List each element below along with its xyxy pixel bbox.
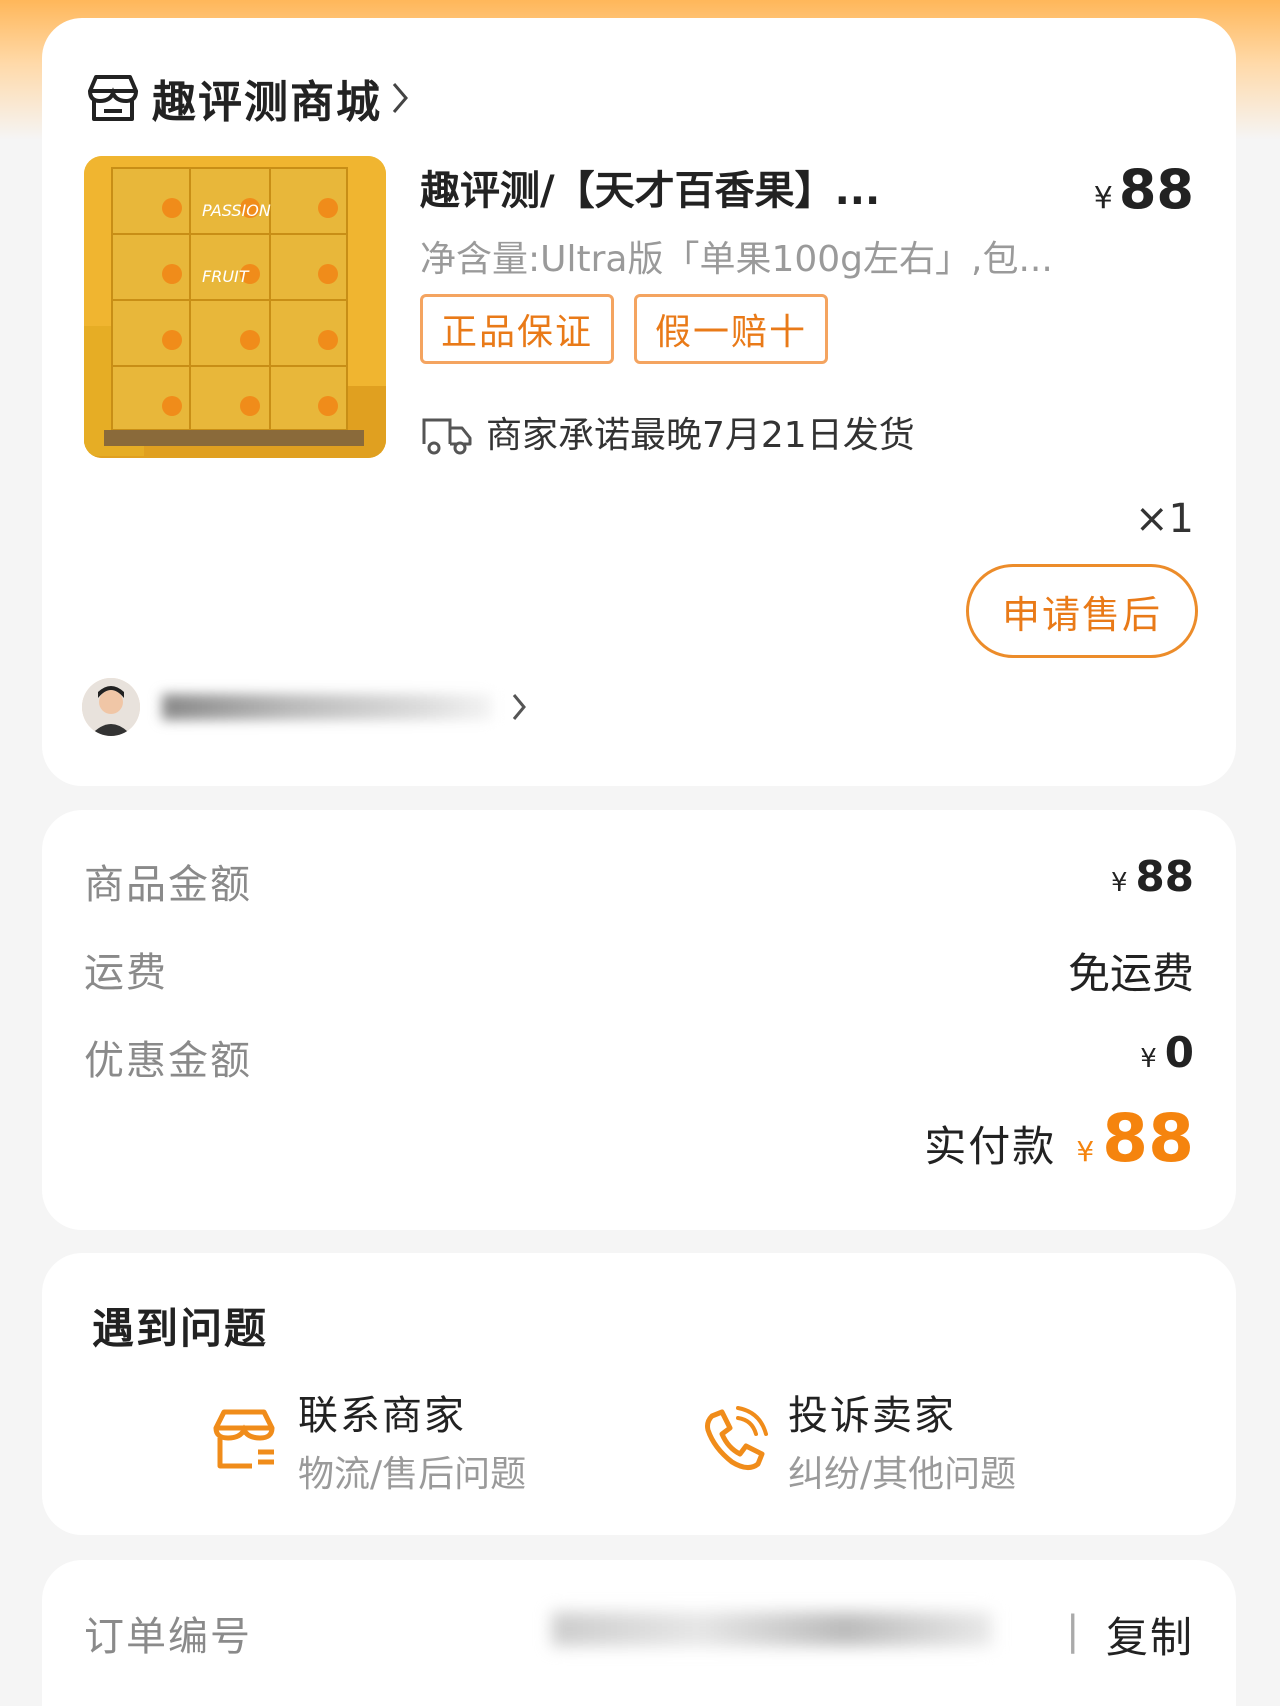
shipping-text: 商家承诺最晚7月21日发货 (486, 415, 915, 456)
complain-seller-button[interactable]: 投诉卖家 纠纷/其他问题 (698, 1383, 1016, 1497)
shipping-label: 运费 (84, 950, 168, 996)
currency-symbol: ¥ (1140, 1044, 1157, 1074)
order-card: 趣评测商城 PASSION FRUIT 趣评测/【天才百香果】... ¥ 88 … (42, 18, 1236, 786)
product-spec: 净含量:Ultra版「单果100g左右」,包... (420, 239, 1053, 280)
currency-symbol: ¥ (1093, 181, 1113, 216)
seller-row[interactable] (82, 678, 530, 736)
product-photo: PASSION FRUIT (84, 156, 386, 458)
tag-refund: 假一赔十 (634, 294, 829, 364)
product-price: ¥ 88 (1094, 158, 1194, 221)
currency-symbol: ¥ (1111, 868, 1128, 898)
contact-merchant-button[interactable]: 联系商家 物流/售后问题 (208, 1383, 526, 1497)
tag-genuine: 正品保证 (420, 294, 615, 364)
shop-icon (88, 75, 138, 121)
discount-label: 优惠金额 (84, 1038, 252, 1084)
order-number-blurred (552, 1612, 992, 1646)
paid-label: 实付款 (924, 1122, 1057, 1171)
shop-header[interactable]: 趣评测商城 (84, 68, 412, 128)
help-item-label: 联系商家 (298, 1393, 466, 1439)
help-item-sub: 纠纷/其他问题 (788, 1454, 1017, 1495)
order-info-card: 订单编号 | 复制 (42, 1560, 1236, 1706)
store-icon (213, 1409, 275, 1469)
goods-amount-value: ¥ 88 (1111, 852, 1194, 901)
price-breakdown-card: 商品金额 ¥ 88 运费 免运费 优惠金额 ¥ 0 实付款 ¥ 88 (42, 810, 1236, 1230)
discount-number: 0 (1164, 1028, 1194, 1077)
svg-text:PASSION: PASSION (202, 201, 271, 220)
paid-total: 实付款 ¥ 88 (924, 1100, 1194, 1177)
price-value: 88 (1118, 158, 1194, 221)
avatar (82, 678, 140, 736)
chevron-right-icon (392, 83, 408, 113)
shipping-value: 免运费 (1067, 949, 1194, 998)
discount-value: ¥ 0 (1140, 1028, 1194, 1077)
seller-name-blurred (162, 694, 492, 720)
goods-amount-number: 88 (1135, 852, 1194, 901)
copy-button[interactable]: 复制 (1106, 1604, 1194, 1665)
separator: | (1066, 1608, 1080, 1654)
help-item-sub: 物流/售后问题 (298, 1454, 527, 1495)
help-item-label: 投诉卖家 (788, 1393, 956, 1439)
help-card: 遇到问题 联系商家 物流/售后问题 投诉卖家 纠纷/其他问题 (42, 1253, 1236, 1535)
phone-icon (705, 1406, 768, 1470)
goods-amount-label: 商品金额 (84, 862, 252, 908)
quantity: ×1 (1135, 496, 1194, 542)
shipping-note: 商家承诺最晚7月21日发货 (420, 406, 915, 458)
truck-icon (422, 418, 472, 455)
help-title: 遇到问题 (92, 1304, 269, 1353)
svg-text:FRUIT: FRUIT (202, 267, 250, 286)
product-title[interactable]: 趣评测/【天才百香果】... (420, 158, 960, 216)
shop-name: 趣评测商城 (152, 77, 382, 128)
order-number-label: 订单编号 (84, 1614, 252, 1660)
apply-after-sale-button[interactable]: 申请售后 (966, 564, 1198, 658)
chevron-right-icon (512, 694, 526, 720)
currency-symbol: ¥ (1076, 1135, 1095, 1168)
product-tags: 正品保证 假一赔十 (420, 294, 829, 364)
paid-amount: 88 (1102, 1100, 1194, 1177)
product-image[interactable]: PASSION FRUIT (84, 156, 386, 458)
